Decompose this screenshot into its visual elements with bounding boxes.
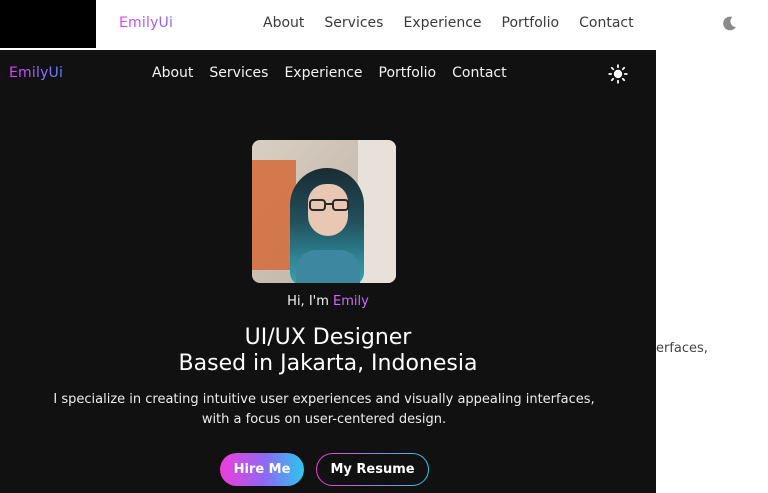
my-resume-button[interactable]: My Resume (316, 453, 429, 486)
light-logo[interactable]: EmilyUi (119, 15, 173, 31)
dark-logo[interactable]: EmilyUi (9, 65, 63, 81)
light-partial-text: erfaces, (656, 341, 708, 356)
dark-preview: EmilyUi About Services Experience Portfo… (0, 50, 656, 493)
dark-nav-contact[interactable]: Contact (452, 65, 506, 81)
headline-line-2: Based in Jakarta, Indonesia (178, 351, 478, 376)
headline-line-1: UI/UX Designer (244, 325, 412, 350)
profile-photo (252, 140, 396, 283)
dark-nav-portfolio[interactable]: Portfolio (379, 65, 437, 81)
light-nav-about[interactable]: About (263, 15, 304, 31)
hire-me-button[interactable]: Hire Me (220, 453, 304, 486)
sun-icon[interactable] (608, 64, 628, 84)
greeting: Hi, I'm Emily (0, 294, 656, 309)
photo-shirt (296, 250, 360, 283)
page: EmilyUi About Services Experience Portfo… (0, 0, 768, 493)
corner-block (0, 0, 96, 48)
headline: UI/UX Designer Based in Jakarta, Indones… (0, 325, 656, 377)
light-nav-portfolio[interactable]: Portfolio (502, 15, 560, 31)
dark-nav-links: About Services Experience Portfolio Cont… (152, 65, 507, 81)
description-line-2: with a focus on user-centered design. (201, 412, 447, 427)
moon-icon[interactable] (721, 15, 738, 32)
glasses-icon (309, 199, 349, 211)
dark-nav-services[interactable]: Services (209, 65, 268, 81)
description: I specialize in creating intuitive user … (0, 390, 648, 430)
light-nav-services[interactable]: Services (324, 15, 383, 31)
light-nav-experience[interactable]: Experience (403, 15, 481, 31)
greeting-prefix: Hi, I'm (287, 294, 334, 309)
dark-nav-about[interactable]: About (152, 65, 193, 81)
greeting-name: Emily (333, 294, 369, 309)
dark-nav-experience[interactable]: Experience (284, 65, 362, 81)
light-nav-links: About Services Experience Portfolio Cont… (263, 15, 634, 31)
light-nav-contact[interactable]: Contact (579, 15, 633, 31)
description-line-1: I specialize in creating intuitive user … (53, 392, 595, 407)
light-navbar: EmilyUi About Services Experience Portfo… (96, 0, 768, 48)
